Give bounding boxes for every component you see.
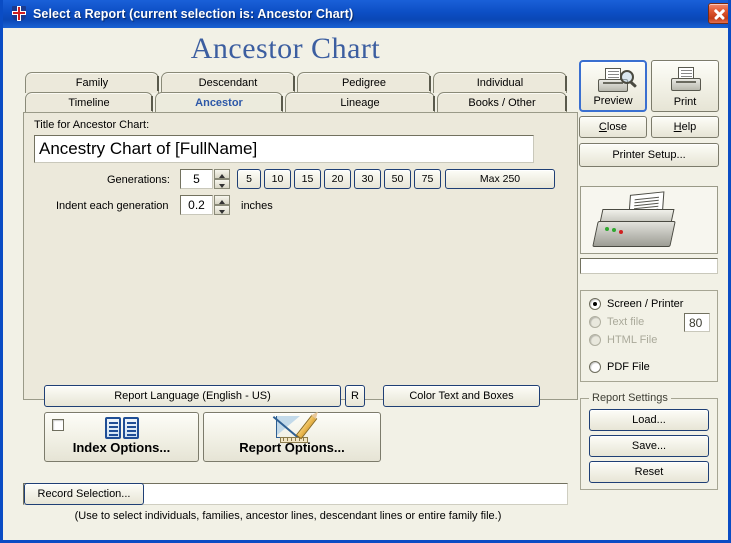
tab-individual[interactable]: Individual — [433, 72, 567, 93]
title-field-label: Title for Ancestor Chart: — [34, 119, 150, 131]
tab-label: Pedigree — [341, 77, 387, 89]
reset-language-button[interactable]: R — [345, 385, 365, 407]
color-text-boxes-button[interactable]: Color Text and Boxes — [383, 385, 540, 407]
tab-timeline[interactable]: Timeline — [25, 92, 153, 113]
page-title: Ancestor Chart — [190, 32, 381, 65]
stepper-down-icon[interactable] — [214, 179, 230, 189]
stepper-up-icon[interactable] — [214, 195, 230, 205]
book-icon — [105, 417, 139, 439]
report-title-input[interactable]: Ancestry Chart of [FullName] — [34, 135, 534, 163]
generations-preset-30[interactable]: 30 — [354, 169, 381, 189]
load-settings-button[interactable]: Load... — [589, 409, 709, 431]
radio-label: Screen / Printer — [607, 298, 684, 310]
tab-descendant[interactable]: Descendant — [161, 72, 295, 93]
report-options-label: Report Options... — [239, 440, 345, 455]
tab-pedigree[interactable]: Pedigree — [297, 72, 431, 93]
tab-label: Ancestor — [195, 97, 243, 109]
generations-max-button[interactable]: Max 250 — [445, 169, 555, 189]
panel-scrollbar[interactable] — [565, 112, 578, 400]
printer-name-field[interactable] — [580, 258, 718, 274]
radio-label: PDF File — [607, 361, 650, 373]
printer-icon — [671, 67, 703, 91]
tab-label: Individual — [476, 77, 524, 89]
tab-label: Lineage — [340, 97, 380, 109]
report-language-button[interactable]: Report Language (English - US) — [44, 385, 341, 407]
tab-label: Descendant — [198, 77, 258, 89]
indent-input[interactable]: 0.2 — [180, 195, 213, 215]
report-dialog-window: Select a Report (current selection is: A… — [0, 0, 731, 543]
record-selection-button[interactable]: Record Selection... — [24, 483, 144, 505]
stepper-up-icon[interactable] — [214, 169, 230, 179]
report-options-panel: Title for Ancestor Chart: Ancestry Chart… — [23, 112, 565, 400]
generations-preset-50[interactable]: 50 — [384, 169, 411, 189]
printer-illustration — [580, 186, 718, 254]
radio-indicator[interactable] — [589, 334, 601, 346]
generations-preset-10[interactable]: 10 — [264, 169, 291, 189]
indent-units-label: inches — [241, 200, 273, 212]
close-icon[interactable] — [708, 3, 728, 24]
tab-books-other[interactable]: Books / Other — [437, 92, 567, 113]
radio-label: Text file — [607, 316, 645, 328]
radio-label: HTML File — [607, 334, 658, 346]
report-settings-group: Report Settings Load... Save... Reset — [580, 392, 718, 490]
generations-stepper[interactable] — [214, 169, 230, 189]
title-bar: Select a Report (current selection is: A… — [3, 0, 728, 28]
ruler-pencil-icon — [272, 414, 318, 443]
radio-screen-printer[interactable]: Screen / Printer — [589, 298, 683, 310]
client-area: Ancestor Chart Family Descendant Pedigre… — [3, 28, 728, 540]
radio-indicator[interactable] — [589, 298, 601, 310]
close-button[interactable]: CCloselose — [579, 116, 647, 138]
shield-icon — [10, 5, 28, 23]
tab-label: Books / Other — [468, 97, 536, 109]
tab-ancestor[interactable]: Ancestor — [155, 92, 283, 113]
report-settings-title: Report Settings — [589, 392, 671, 404]
preview-button[interactable]: Preview — [579, 60, 647, 112]
output-destination-group: Screen / Printer Text file HTML File PDF… — [580, 290, 718, 382]
tab-label: Family — [75, 77, 109, 89]
tab-family[interactable]: Family — [25, 72, 159, 93]
radio-indicator[interactable] — [589, 361, 601, 373]
printer-setup-label: Printer Setup... — [612, 149, 686, 161]
generations-label: Generations: — [107, 174, 170, 186]
indent-stepper[interactable] — [214, 195, 230, 215]
record-selection-hint: (Use to select individuals, families, an… — [74, 510, 502, 522]
help-button[interactable]: Help — [651, 116, 719, 138]
report-options-button[interactable]: Report Options... — [203, 412, 381, 462]
index-options-button[interactable]: Index Options... — [44, 412, 199, 462]
indent-label: Indent each generation — [56, 200, 169, 212]
radio-pdf-file[interactable]: PDF File — [589, 361, 650, 373]
print-button[interactable]: Print — [651, 60, 719, 112]
radio-text-file[interactable]: Text file — [589, 316, 644, 328]
radio-indicator[interactable] — [589, 316, 601, 328]
index-options-checkbox[interactable] — [52, 419, 64, 431]
preview-label: Preview — [593, 95, 633, 107]
tab-label: Timeline — [68, 97, 110, 109]
reset-settings-button[interactable]: Reset — [589, 461, 709, 483]
stepper-down-icon[interactable] — [214, 205, 230, 215]
generations-preset-20[interactable]: 20 — [324, 169, 351, 189]
window-title: Select a Report (current selection is: A… — [33, 7, 354, 21]
generations-preset-5[interactable]: 5 — [237, 169, 261, 189]
radio-html-file[interactable]: HTML File — [589, 334, 657, 346]
generations-preset-15[interactable]: 15 — [294, 169, 321, 189]
index-options-label: Index Options... — [72, 440, 171, 455]
generations-preset-75[interactable]: 75 — [414, 169, 441, 189]
tab-lineage[interactable]: Lineage — [285, 92, 435, 113]
text-width-input[interactable]: 80 — [684, 313, 710, 332]
print-label: Print — [673, 96, 697, 108]
preview-icon — [598, 68, 634, 92]
printer-setup-button[interactable]: Printer Setup... — [579, 143, 719, 167]
generations-input[interactable]: 5 — [180, 169, 213, 189]
save-settings-button[interactable]: Save... — [589, 435, 709, 457]
